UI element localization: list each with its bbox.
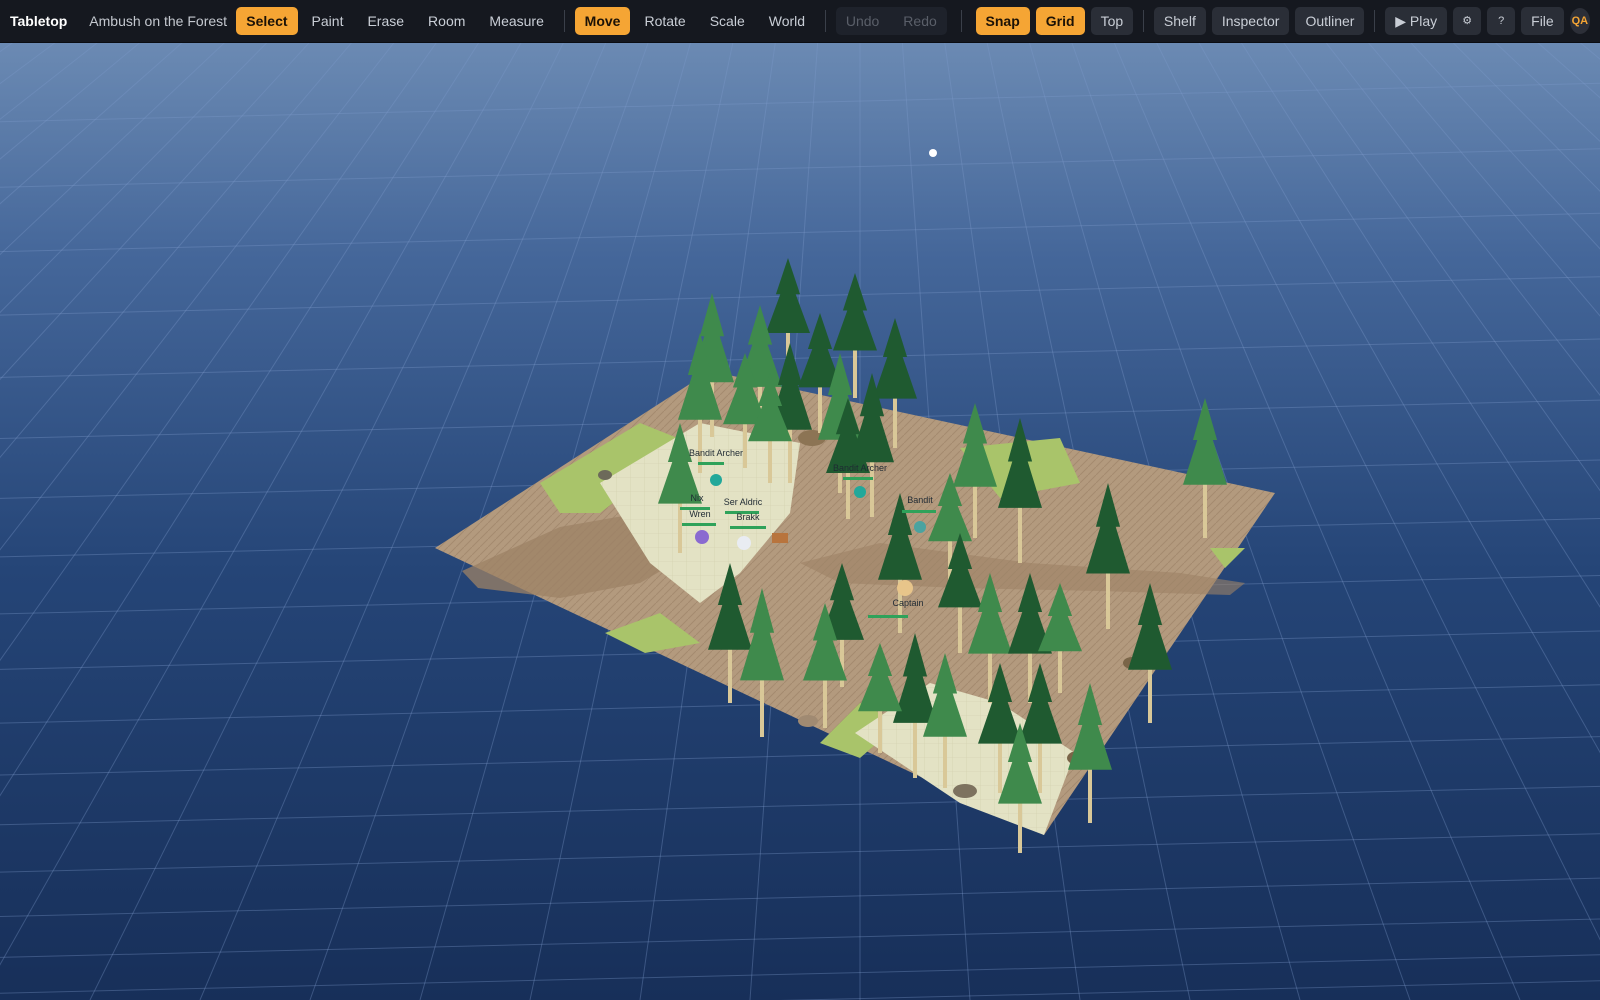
token-name-label: Bandit bbox=[907, 495, 933, 505]
crate bbox=[772, 533, 788, 543]
health-bar bbox=[868, 615, 908, 618]
measure-tool-button[interactable]: Measure bbox=[479, 7, 553, 35]
token-name-label: Nix bbox=[691, 493, 704, 503]
token-name-label: Wren bbox=[689, 509, 710, 519]
panels-group: Shelf Inspector Outliner bbox=[1153, 7, 1365, 35]
tool-group: Select Paint Erase Room Measure bbox=[236, 7, 554, 35]
token-figure bbox=[737, 536, 751, 550]
health-bar bbox=[682, 523, 716, 526]
history-group: Undo Redo bbox=[835, 7, 947, 35]
barrel bbox=[598, 470, 612, 480]
token-figure bbox=[695, 530, 709, 544]
token-name-label: Bandit Archer bbox=[689, 448, 743, 458]
world-space-button[interactable]: World bbox=[759, 7, 815, 35]
token-name-label: Bandit Archer bbox=[833, 463, 887, 473]
paint-tool-button[interactable]: Paint bbox=[302, 7, 354, 35]
inspector-panel-button[interactable]: Inspector bbox=[1211, 7, 1290, 35]
redo-button[interactable]: Redo bbox=[893, 7, 946, 35]
gear-icon[interactable]: ⚙ bbox=[1453, 7, 1482, 35]
session-group: ▶ Play ⚙ ? File bbox=[1385, 7, 1564, 35]
view-group: Snap Grid Top bbox=[975, 7, 1134, 35]
transform-group: Move Rotate Scale World bbox=[574, 7, 815, 35]
toolbar-divider bbox=[563, 10, 565, 32]
user-avatar[interactable]: QA bbox=[1569, 8, 1590, 34]
toolbar-divider bbox=[1374, 10, 1376, 32]
toolbar-divider bbox=[825, 10, 826, 32]
play-button[interactable]: ▶ Play bbox=[1385, 7, 1448, 35]
toolbar-divider bbox=[960, 10, 962, 32]
token-name-label: Ser Aldric bbox=[724, 497, 763, 507]
grid-toggle[interactable]: Grid bbox=[1035, 7, 1085, 35]
undo-button[interactable]: Undo bbox=[836, 7, 889, 35]
health-bar bbox=[843, 477, 873, 480]
app-name: Tabletop bbox=[10, 13, 68, 29]
top-view-button[interactable]: Top bbox=[1090, 7, 1134, 35]
scale-mode-button[interactable]: Scale bbox=[700, 7, 755, 35]
select-tool-button[interactable]: Select bbox=[236, 7, 298, 35]
rotate-mode-button[interactable]: Rotate bbox=[634, 7, 695, 35]
health-bar bbox=[730, 526, 766, 529]
move-mode-button[interactable]: Move bbox=[574, 7, 631, 35]
token-name-label: Brakk bbox=[736, 512, 760, 522]
outliner-panel-button[interactable]: Outliner bbox=[1295, 7, 1365, 35]
shelf-panel-button[interactable]: Shelf bbox=[1153, 7, 1206, 35]
token-name-label: Captain bbox=[892, 598, 923, 608]
token-figure bbox=[854, 486, 866, 498]
scene-viewport[interactable]: Bandit Archer Bandit Archer Bandit Nix W… bbox=[0, 43, 1600, 1000]
scene-canvas[interactable]: Bandit Archer Bandit Archer Bandit Nix W… bbox=[0, 43, 1600, 1000]
room-tool-button[interactable]: Room bbox=[418, 7, 475, 35]
token-figure bbox=[710, 474, 722, 486]
toolbar-divider bbox=[1143, 10, 1144, 32]
light-gizmo[interactable] bbox=[929, 149, 937, 157]
health-bar bbox=[902, 510, 936, 513]
file-menu-button[interactable]: File bbox=[1521, 7, 1564, 35]
rock bbox=[798, 715, 818, 727]
snap-toggle[interactable]: Snap bbox=[975, 7, 1030, 35]
rock bbox=[953, 784, 977, 798]
token-figure bbox=[897, 580, 913, 596]
erase-tool-button[interactable]: Erase bbox=[357, 7, 414, 35]
project-title[interactable]: Ambush on the Forest R bbox=[89, 13, 228, 29]
health-bar bbox=[698, 462, 724, 465]
top-toolbar: Tabletop Ambush on the Forest R Select P… bbox=[0, 0, 1600, 43]
help-button[interactable]: ? bbox=[1487, 7, 1516, 35]
token-figure bbox=[914, 521, 926, 533]
